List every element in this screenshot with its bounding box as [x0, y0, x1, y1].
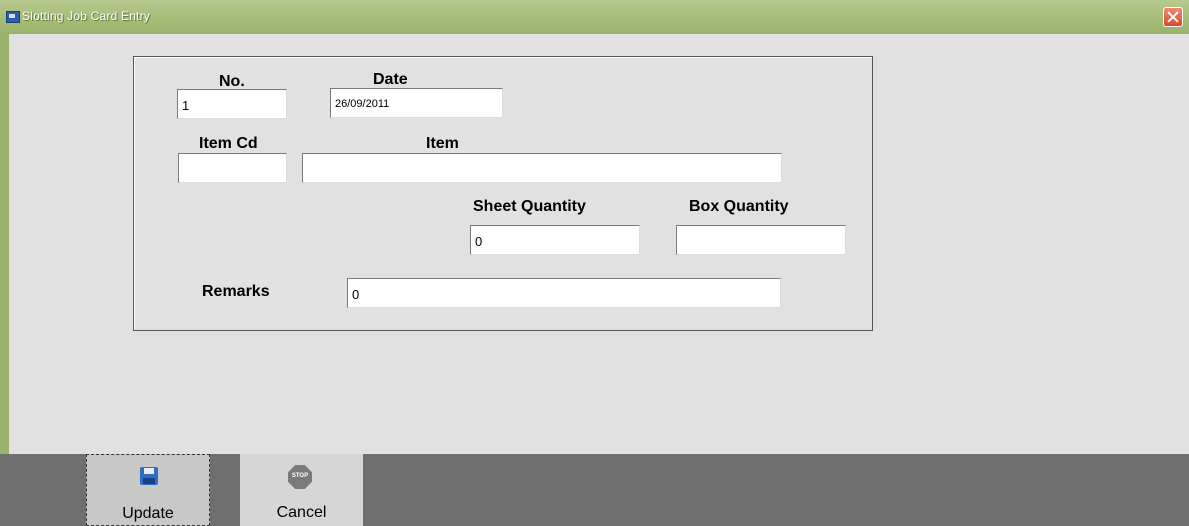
- window-left-edge: [0, 34, 9, 454]
- box-quantity-field[interactable]: [676, 225, 846, 255]
- item-label: Item: [426, 135, 459, 152]
- app-window-icon: [6, 11, 20, 23]
- bottom-toolbar: Update STOP Cancel: [0, 454, 1189, 526]
- item-cd-field[interactable]: [178, 153, 287, 183]
- stop-sign-icon: STOP: [288, 465, 312, 489]
- cancel-button-label: Cancel: [276, 504, 327, 521]
- sheet-quantity-label: Sheet Quantity: [473, 198, 586, 215]
- box-quantity-label: Box Quantity: [689, 198, 789, 215]
- stop-sign-text: STOP: [291, 473, 309, 479]
- close-icon[interactable]: [1163, 7, 1183, 27]
- window-title: Slotting Job Card Entry: [22, 9, 150, 23]
- update-button-label: Update: [122, 505, 174, 522]
- update-button[interactable]: Update: [86, 454, 210, 526]
- remarks-label: Remarks: [202, 283, 270, 300]
- date-field[interactable]: [330, 88, 503, 118]
- title-bar[interactable]: Slotting Job Card Entry: [0, 0, 1189, 35]
- item-cd-label: Item Cd: [199, 135, 258, 152]
- sheet-quantity-field[interactable]: [470, 225, 640, 255]
- floppy-disk-icon: [140, 467, 158, 485]
- cancel-button[interactable]: STOP Cancel: [240, 454, 363, 526]
- no-field[interactable]: [177, 89, 287, 119]
- remarks-field[interactable]: [347, 278, 781, 308]
- date-label: Date: [373, 71, 408, 88]
- item-field[interactable]: [302, 153, 782, 183]
- window: Slotting Job Card Entry No. Date Item Cd…: [0, 0, 1189, 526]
